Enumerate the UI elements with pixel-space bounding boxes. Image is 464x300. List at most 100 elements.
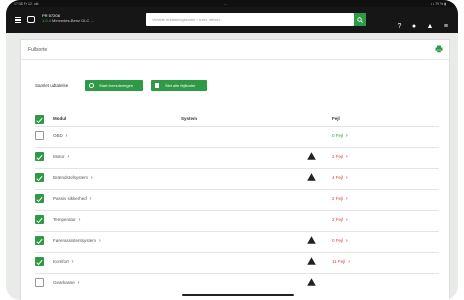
- module-name[interactable]: Komfort ›: [53, 259, 73, 265]
- fault-count-text: 2 Fejl: [332, 196, 344, 201]
- help-icon[interactable]: ?: [397, 23, 401, 30]
- home-indicator: [182, 294, 294, 296]
- row-checkbox[interactable]: [35, 131, 44, 140]
- fault-count[interactable]: 0 Fejl ›: [332, 238, 348, 244]
- table-row[interactable]: Passiv sikkerhed › 2 Fejl ›: [35, 189, 439, 207]
- module-name-text: Gearkasse: [53, 280, 75, 285]
- vehicle-info[interactable]: PR 57208 1.6 d Mercedes-Benz GLC ...: [42, 13, 94, 23]
- module-name-text: Temperatur: [53, 217, 76, 222]
- search-icon: [357, 16, 363, 23]
- vehicle-icon[interactable]: [27, 16, 35, 23]
- module-name-text: Passiv sikkerhed: [53, 196, 87, 201]
- table-row[interactable]: Førerassistentsystem › 0 Fejl ›: [35, 231, 439, 249]
- chevron-right-icon: ›: [348, 259, 350, 265]
- warning-icon: [307, 236, 316, 244]
- play-icon: [89, 83, 94, 88]
- clear-faults-label: Slet alle fejlkoder: [165, 83, 196, 88]
- row-checkbox[interactable]: [35, 278, 44, 287]
- chevron-right-icon: ›: [346, 196, 348, 202]
- warning-icon: [307, 278, 316, 286]
- tablet-screen: 17:38 Fr 12. okt ... • • 79 % ▮ PR 57208…: [6, 0, 458, 300]
- fault-count-text: 11 Fejl: [332, 259, 346, 264]
- chevron-right-icon: ›: [67, 154, 70, 160]
- table-header: Modul System Fejl: [35, 113, 439, 126]
- alert-icon[interactable]: ▲: [427, 23, 434, 30]
- table-row[interactable]: Komfort › 11 Fejl ›: [35, 252, 439, 270]
- module-name-text: Motor: [53, 154, 65, 159]
- warning-icon: [307, 257, 316, 265]
- settings-label: Samlet udtalelse: [35, 83, 69, 88]
- chevron-right-icon: ›: [346, 217, 348, 223]
- chevron-right-icon: ›: [99, 238, 101, 244]
- warning-icon: [307, 152, 316, 160]
- module-name[interactable]: Gearkasse ›: [53, 280, 79, 286]
- fault-count[interactable]: 11 Fejl ›: [332, 259, 350, 265]
- app-bar: PR 57208 1.6 d Mercedes-Benz GLC ... Veh…: [6, 7, 458, 33]
- divider: [21, 59, 449, 60]
- status-center: ...: [224, 1, 227, 6]
- user-icon[interactable]: ●: [412, 23, 416, 30]
- more-icon[interactable]: ≡: [444, 23, 448, 30]
- module-name[interactable]: Temperatur ›: [53, 217, 80, 223]
- fault-count-text: 0 Fejl: [332, 133, 344, 138]
- document-icon: [155, 82, 159, 89]
- fault-count[interactable]: 2 Fejl ›: [332, 154, 348, 160]
- chevron-right-icon: ›: [71, 259, 74, 265]
- vehicle-model: Mercedes-Benz GLC ...: [52, 18, 94, 23]
- fault-count[interactable]: 2 Fejl ›: [332, 196, 348, 202]
- table-row[interactable]: Temperatur › 2 Fejl ›: [35, 210, 439, 228]
- table-row[interactable]: OBD › 0 Fejl ›: [35, 126, 439, 144]
- row-checkbox[interactable]: [35, 152, 44, 161]
- search-input[interactable]: Vehicle erstatningskoder / ruter, diesel…: [146, 13, 354, 26]
- fault-count-text: 0 Fejl: [332, 238, 344, 243]
- table-row[interactable]: Brændstofsystem › 4 Fejl ›: [35, 168, 439, 186]
- row-checkbox[interactable]: [35, 215, 44, 224]
- module-name[interactable]: Passiv sikkerhed ›: [53, 196, 91, 202]
- row-checkbox[interactable]: [35, 173, 44, 182]
- module-name[interactable]: Motor ›: [53, 154, 69, 160]
- status-battery: • • 79 % ▮: [430, 1, 446, 6]
- module-name[interactable]: Førerassistentsystem ›: [53, 238, 101, 244]
- chevron-right-icon: ›: [77, 280, 80, 286]
- module-name-text: Brændstofsystem: [53, 175, 89, 180]
- header-system: System: [181, 116, 198, 121]
- fault-count[interactable]: 0 Fejl ›: [332, 133, 348, 139]
- search-button[interactable]: [354, 13, 366, 26]
- clear-faults-button[interactable]: Slet alle fejlkoder: [151, 80, 207, 91]
- fault-count-text: 4 Fejl: [332, 175, 344, 180]
- status-bar: 17:38 Fr 12. okt ... • • 79 % ▮: [6, 0, 458, 7]
- vehicle-engine: 1.6 d: [42, 18, 51, 23]
- start-button-label: Start formuleringen: [99, 83, 134, 88]
- chevron-right-icon: ›: [65, 133, 68, 139]
- fault-count-text: 2 Fejl: [332, 154, 344, 159]
- menu-icon[interactable]: [15, 17, 21, 24]
- chevron-right-icon: ›: [346, 154, 348, 160]
- row-checkbox[interactable]: [35, 194, 44, 203]
- table-row[interactable]: Gearkasse ›: [35, 273, 439, 291]
- top-icons: ? ● ▲ ≡: [391, 15, 448, 33]
- module-name-text: Førerassistentsystem: [53, 238, 97, 243]
- start-button[interactable]: Start formuleringen: [85, 80, 143, 91]
- module-name[interactable]: Brændstofsystem ›: [53, 175, 93, 181]
- module-name-text: OBD: [53, 133, 63, 138]
- status-time: 17:38 Fr 12. okt: [14, 1, 39, 6]
- chevron-right-icon: ›: [346, 133, 348, 139]
- module-name[interactable]: OBD ›: [53, 133, 67, 139]
- fault-card: Fullsorte Samlet udtalelse Start formule…: [20, 39, 450, 300]
- print-icon[interactable]: [435, 45, 443, 53]
- chevron-right-icon: ›: [346, 175, 348, 181]
- row-checkbox[interactable]: [35, 257, 44, 266]
- select-all-checkbox[interactable]: [35, 115, 44, 124]
- row-checkbox[interactable]: [35, 236, 44, 245]
- warning-icon: [307, 173, 316, 181]
- header-module: Modul: [53, 116, 67, 121]
- fault-count[interactable]: 4 Fejl ›: [332, 175, 348, 181]
- header-faults: Fejl: [332, 116, 340, 121]
- table-row[interactable]: Motor › 2 Fejl ›: [35, 147, 439, 165]
- chevron-right-icon: ›: [78, 217, 81, 223]
- module-name-text: Komfort: [53, 259, 69, 264]
- chevron-right-icon: ›: [89, 196, 92, 202]
- chevron-right-icon: ›: [91, 175, 93, 181]
- fault-count[interactable]: 2 Fejl ›: [332, 217, 348, 223]
- fault-count-text: 2 Fejl: [332, 217, 344, 222]
